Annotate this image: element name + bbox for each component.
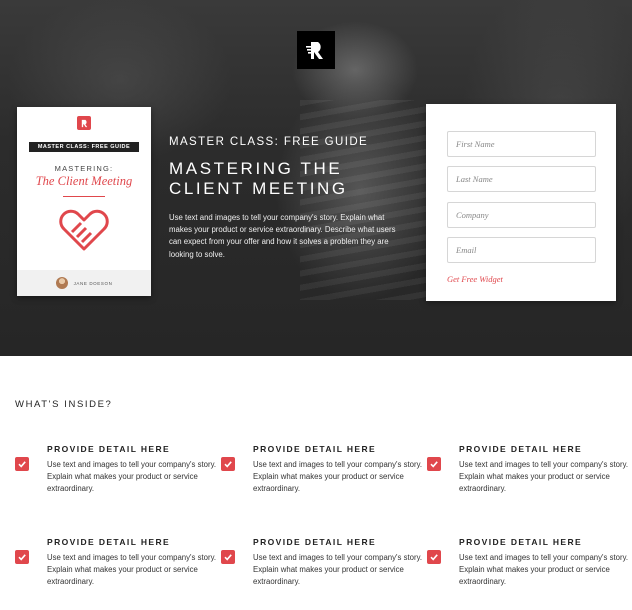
checkbox-checked-icon bbox=[427, 457, 441, 471]
first-name-field[interactable] bbox=[447, 131, 596, 157]
book-footer: JANE DOESON bbox=[17, 270, 151, 296]
feature-item: PROVIDE DETAIL HERE Use text and images … bbox=[221, 537, 428, 589]
feature-title: PROVIDE DETAIL HERE bbox=[47, 537, 171, 547]
hero-background-photo bbox=[300, 100, 430, 300]
company-field[interactable] bbox=[447, 202, 596, 228]
book-author: JANE DOESON bbox=[73, 280, 113, 286]
checkbox-checked-icon bbox=[15, 457, 29, 471]
book-band-label: MASTER CLASS: FREE GUIDE bbox=[29, 142, 139, 152]
hero-description: Use text and images to tell your company… bbox=[169, 213, 396, 259]
checkbox-checked-icon bbox=[221, 457, 235, 471]
last-name-field[interactable] bbox=[447, 166, 596, 192]
feature-title: PROVIDE DETAIL HERE bbox=[459, 444, 583, 454]
feature-title: PROVIDE DETAIL HERE bbox=[253, 537, 377, 547]
avatar bbox=[55, 277, 68, 289]
feature-item: PROVIDE DETAIL HERE Use text and images … bbox=[221, 444, 428, 496]
hero-headline-line2: CLIENT MEETING bbox=[169, 179, 348, 198]
book-divider bbox=[63, 196, 105, 197]
book-kicker: MASTERING: bbox=[54, 164, 114, 173]
feature-text: Use text and images to tell your company… bbox=[253, 460, 423, 494]
checkbox-checked-icon bbox=[221, 550, 235, 564]
feature-text: Use text and images to tell your company… bbox=[459, 553, 629, 587]
feature-item: PROVIDE DETAIL HERE Use text and images … bbox=[15, 444, 222, 496]
ebook-cover: MASTER CLASS: FREE GUIDE MASTERING: The … bbox=[17, 107, 151, 296]
feature-text: Use text and images to tell your company… bbox=[47, 460, 217, 494]
checkbox-checked-icon bbox=[427, 550, 441, 564]
book-logo-icon bbox=[77, 116, 91, 130]
feature-text: Use text and images to tell your company… bbox=[47, 553, 217, 587]
feature-text: Use text and images to tell your company… bbox=[253, 553, 423, 587]
feature-item: PROVIDE DETAIL HERE Use text and images … bbox=[15, 537, 222, 589]
brand-logo-icon[interactable] bbox=[297, 31, 335, 69]
feature-item: PROVIDE DETAIL HERE Use text and images … bbox=[427, 444, 632, 496]
get-free-widget-button[interactable]: Get Free Widget bbox=[447, 274, 503, 284]
book-title: The Client Meeting bbox=[35, 174, 133, 188]
feature-item: PROVIDE DETAIL HERE Use text and images … bbox=[427, 537, 632, 589]
hero-section: MASTER CLASS: FREE GUIDE MASTERING: The … bbox=[0, 0, 632, 356]
section-title: WHAT'S INSIDE? bbox=[15, 399, 113, 410]
feature-text: Use text and images to tell your company… bbox=[459, 460, 629, 494]
feature-title: PROVIDE DETAIL HERE bbox=[253, 444, 377, 454]
checkbox-checked-icon bbox=[15, 550, 29, 564]
feature-title: PROVIDE DETAIL HERE bbox=[47, 444, 171, 454]
hero-headline-line1: MASTERING THE bbox=[169, 159, 343, 178]
feature-title: PROVIDE DETAIL HERE bbox=[459, 537, 583, 547]
handshake-icon bbox=[59, 205, 109, 258]
email-field[interactable] bbox=[447, 237, 596, 263]
hero-headline: MASTERING THE CLIENT MEETING bbox=[169, 159, 409, 199]
hero-kicker: MASTER CLASS: FREE GUIDE bbox=[169, 136, 369, 148]
signup-form: Get Free Widget bbox=[426, 104, 616, 301]
